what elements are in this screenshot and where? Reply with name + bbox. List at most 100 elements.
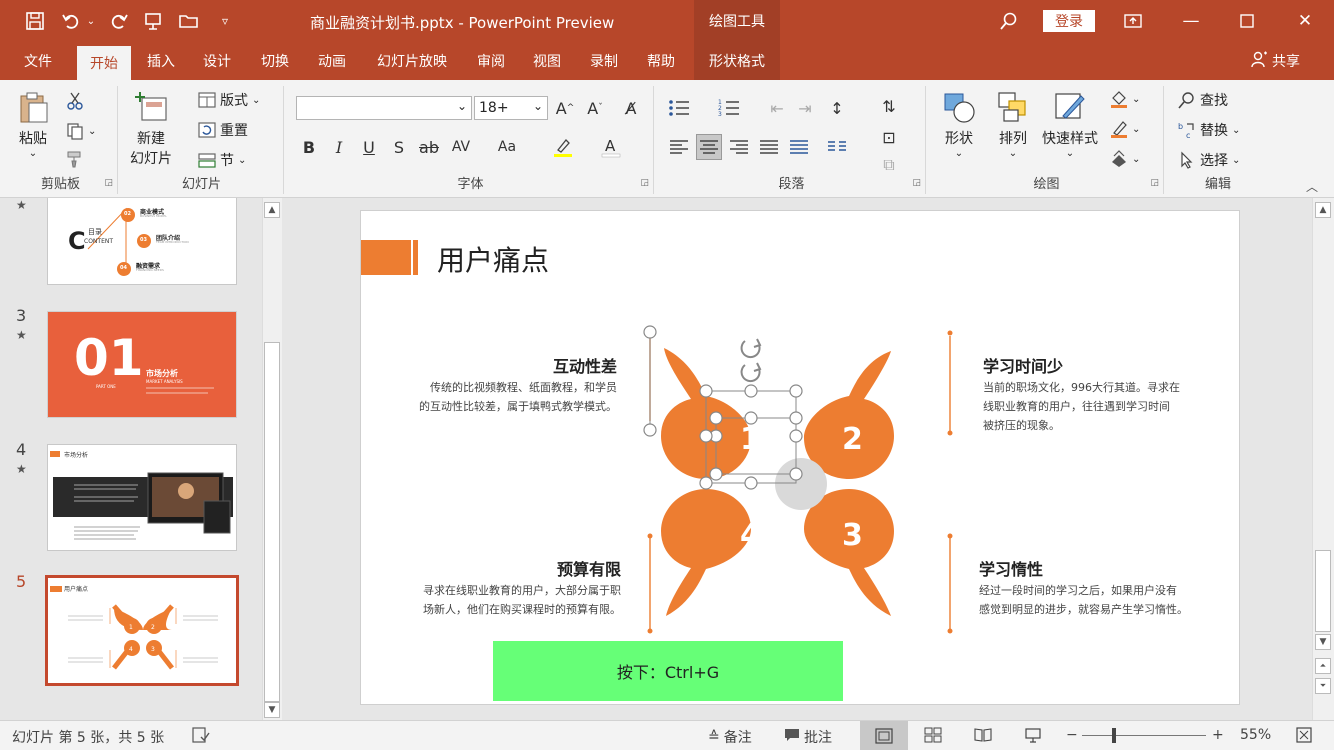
- pain-point-heading-1[interactable]: 互动性差: [551, 353, 617, 377]
- redo-icon[interactable]: [106, 8, 132, 34]
- tab-file[interactable]: 文件: [14, 42, 62, 80]
- tab-shape-format[interactable]: 形状格式: [694, 42, 780, 80]
- highlight-color-icon[interactable]: [550, 134, 576, 160]
- arrange-button[interactable]: 排列 ⌄: [996, 90, 1030, 159]
- paste-button[interactable]: 粘贴 ⌄: [16, 90, 50, 159]
- character-spacing-icon[interactable]: AV: [448, 134, 474, 160]
- tab-design[interactable]: 设计: [194, 42, 240, 80]
- dialog-launcher-icon[interactable]: ◲: [912, 178, 921, 188]
- distributed-icon[interactable]: [786, 134, 812, 160]
- increase-font-size-icon[interactable]: A ^: [552, 95, 578, 121]
- line-spacing-icon[interactable]: ↕: [824, 95, 850, 121]
- text-direction-icon[interactable]: ⇅: [876, 93, 902, 119]
- tab-record[interactable]: 录制: [581, 42, 627, 80]
- tab-insert[interactable]: 插入: [138, 42, 184, 80]
- quick-styles-button[interactable]: 快速样式 ⌄: [1042, 90, 1098, 159]
- fit-to-window-icon[interactable]: [1296, 727, 1312, 743]
- tab-view[interactable]: 视图: [524, 42, 570, 80]
- scrollbar-thumb[interactable]: [264, 342, 280, 702]
- slide-thumbnail-4[interactable]: 市场分析: [47, 444, 237, 551]
- ribbon-display-options-icon[interactable]: [1118, 6, 1148, 36]
- maximize-icon[interactable]: [1232, 6, 1262, 36]
- tab-home[interactable]: 开始: [77, 46, 131, 80]
- numbering-icon[interactable]: 123: [716, 95, 742, 121]
- undo-dropdown-icon[interactable]: ⌄: [84, 8, 98, 34]
- copy-button[interactable]: ⌄: [66, 122, 96, 140]
- thumbnail-scrollbar[interactable]: ▲ ▼: [262, 198, 282, 720]
- slide-sorter-view-icon[interactable]: [924, 727, 942, 743]
- font-name-combo[interactable]: ⌄: [296, 96, 472, 120]
- cut-button[interactable]: [66, 92, 84, 110]
- slide-thumbnail-5-selected[interactable]: 1 2 4 3 用户痛点: [45, 575, 239, 686]
- dialog-launcher-icon[interactable]: ◲: [1150, 178, 1159, 188]
- select-button[interactable]: 选择 ⌄: [1178, 150, 1240, 170]
- present-icon[interactable]: [140, 8, 166, 34]
- scrollbar-thumb[interactable]: [1315, 550, 1331, 632]
- login-button[interactable]: 登录: [1043, 10, 1095, 32]
- zoom-slider-track[interactable]: [1082, 735, 1206, 736]
- clear-formatting-icon[interactable]: A̸: [618, 95, 644, 121]
- bold-icon[interactable]: B: [296, 134, 322, 160]
- tab-slideshow[interactable]: 幻灯片放映: [368, 42, 456, 80]
- rotate-handle-icon[interactable]: [740, 338, 762, 383]
- tab-review[interactable]: 审阅: [468, 42, 514, 80]
- pain-point-text-3[interactable]: 经过一段时间的学习之后，如果用户没有 感觉到明显的进步，就容易产生学习惰性。: [979, 581, 1209, 619]
- replace-button[interactable]: bc 替换 ⌄: [1178, 120, 1240, 140]
- slideshow-view-icon[interactable]: [1024, 727, 1042, 743]
- pain-point-heading-2[interactable]: 学习时间少: [983, 353, 1063, 377]
- open-folder-icon[interactable]: [176, 8, 202, 34]
- shapes-button[interactable]: 形状 ⌄: [942, 90, 976, 159]
- slide-thumbnail-2[interactable]: C 02 03 04 目录 CONTENT 商业模式 BUSINESS MODE…: [47, 198, 237, 285]
- decrease-indent-icon[interactable]: ⇤: [764, 95, 790, 121]
- customize-quick-access-icon[interactable]: ▿: [212, 8, 238, 34]
- zoom-slider-thumb[interactable]: [1112, 728, 1116, 743]
- comments-button[interactable]: 批注: [784, 727, 832, 747]
- format-painter-button[interactable]: [66, 150, 84, 168]
- tab-transitions[interactable]: 切换: [252, 42, 298, 80]
- search-icon[interactable]: [996, 8, 1022, 34]
- editor-scrollbar[interactable]: ▲ ▼ ⏶ ⏷: [1312, 198, 1334, 720]
- tab-help[interactable]: 帮助: [638, 42, 684, 80]
- dialog-launcher-icon[interactable]: ◲: [640, 178, 649, 188]
- align-text-icon[interactable]: ⊡: [876, 124, 902, 150]
- new-slide-button[interactable]: 新建 幻灯片: [130, 90, 172, 168]
- slide-canvas[interactable]: 用户痛点 1 2 3 4 互动性差 传统的比视频教程、纸面教程，和学员 的互动性…: [360, 210, 1240, 705]
- accessibility-icon[interactable]: [192, 727, 210, 743]
- layout-button[interactable]: 版式 ⌄: [198, 90, 260, 110]
- next-slide-icon[interactable]: ⏷: [1315, 678, 1331, 694]
- strikethrough-icon[interactable]: ab: [416, 134, 442, 160]
- columns-icon[interactable]: [824, 134, 850, 160]
- pain-point-text-2[interactable]: 当前的职场文化，996大行其道。寻求在 线职业教育的用户，往往遇到学习时间 被挤…: [983, 378, 1203, 435]
- font-color-icon[interactable]: A: [598, 134, 624, 160]
- scroll-down-icon[interactable]: ▼: [1315, 634, 1331, 650]
- notes-button[interactable]: ≙ 备注: [708, 727, 752, 747]
- justify-icon[interactable]: [756, 134, 782, 160]
- pain-point-heading-3[interactable]: 学习惰性: [979, 556, 1043, 580]
- change-case-icon[interactable]: Aa: [494, 134, 520, 160]
- save-icon[interactable]: [22, 8, 48, 34]
- pain-point-text-4[interactable]: 寻求在线职业教育的用户，大部分属于职 场新人，他们在购买课程时的预算有限。: [403, 581, 621, 619]
- italic-icon[interactable]: I: [326, 134, 352, 160]
- close-icon[interactable]: ✕: [1290, 6, 1320, 36]
- previous-slide-icon[interactable]: ⏶: [1315, 658, 1331, 674]
- zoom-level[interactable]: 55%: [1240, 727, 1271, 743]
- undo-icon[interactable]: [58, 8, 84, 34]
- shape-outline-button[interactable]: ⌄: [1110, 120, 1140, 138]
- tab-animations[interactable]: 动画: [309, 42, 355, 80]
- underline-icon[interactable]: U: [356, 134, 382, 160]
- text-shadow-icon[interactable]: S: [386, 134, 412, 160]
- dialog-launcher-icon[interactable]: ◲: [104, 178, 113, 188]
- font-size-combo[interactable]: 18+ ⌄: [474, 96, 548, 120]
- zoom-out-icon[interactable]: −: [1066, 727, 1078, 743]
- share-button[interactable]: 共享: [1250, 42, 1300, 80]
- increase-indent-icon[interactable]: ⇥: [792, 95, 818, 121]
- align-center-icon[interactable]: [696, 134, 722, 160]
- collapse-ribbon-icon[interactable]: ︿: [1306, 178, 1318, 195]
- decrease-font-size-icon[interactable]: Aˇ: [582, 95, 608, 121]
- minimize-icon[interactable]: —: [1176, 6, 1206, 36]
- align-right-icon[interactable]: [726, 134, 752, 160]
- shape-fill-button[interactable]: ⌄: [1110, 90, 1140, 108]
- zoom-in-icon[interactable]: +: [1212, 727, 1224, 743]
- align-left-icon[interactable]: [666, 134, 692, 160]
- scroll-up-icon[interactable]: ▲: [264, 202, 280, 218]
